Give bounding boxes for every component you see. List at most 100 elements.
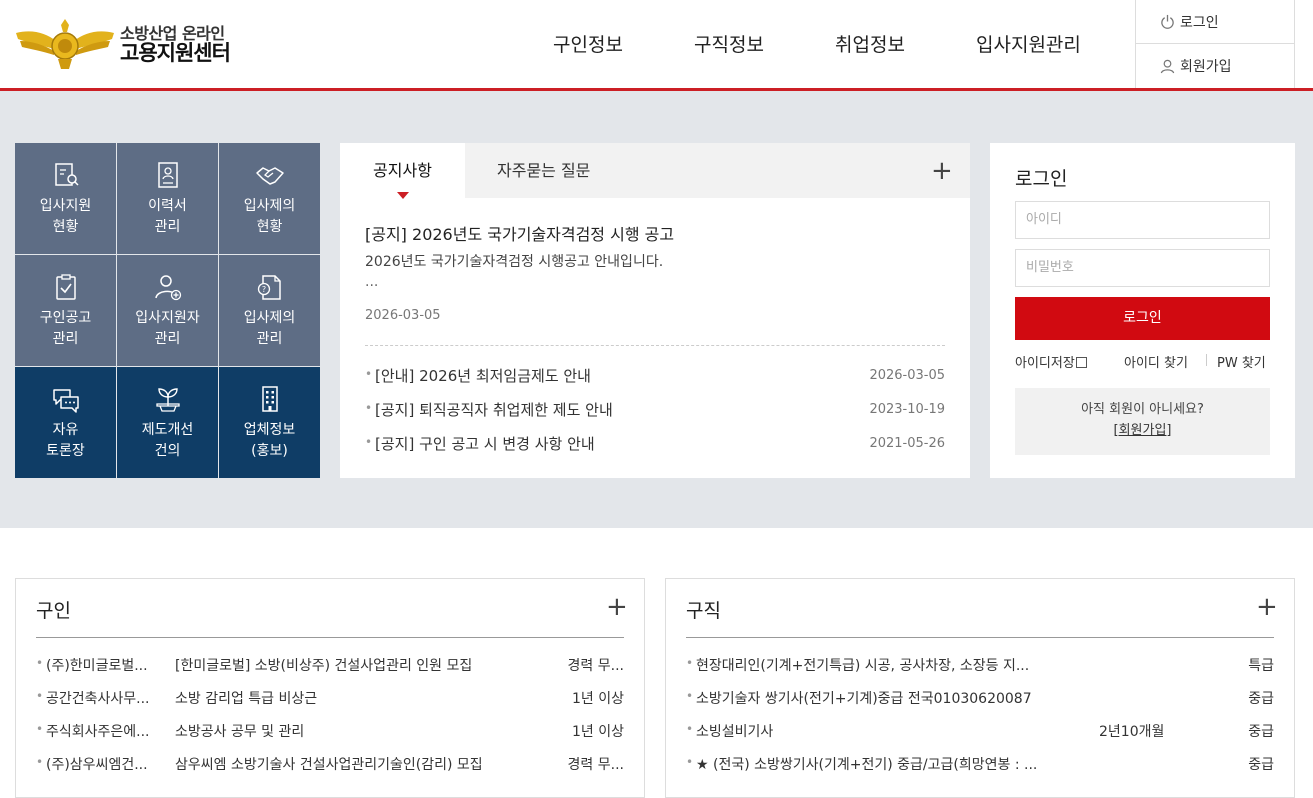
- logo-subtitle: 소방산업 온라인: [120, 23, 225, 43]
- job-seeker-row[interactable]: • 소빙설비기사 2년10개월 중급: [686, 721, 1274, 754]
- password-input[interactable]: 비밀번호: [1015, 249, 1270, 287]
- tab-notices[interactable]: 공지사항: [340, 143, 465, 198]
- job-offer-row[interactable]: • (주)한미글로벌... [한미글로벌] 소방(비상주) 건설사업관리 인원 …: [36, 655, 624, 688]
- nav-employment-info[interactable]: 취업정보: [835, 30, 905, 57]
- notice-item-date: 2026-03-05: [869, 368, 945, 383]
- quick-label-line2: 토론장: [46, 443, 85, 459]
- job-seeker-row[interactable]: • 소방기술자 쌍기사(전기+기계)중급 전국01030620087 중급: [686, 688, 1274, 721]
- quick-label-line1: 구인공고: [39, 310, 92, 326]
- site-logo[interactable]: 소방산업 온라인 고용지원센터: [14, 16, 254, 74]
- seeker-title: 현장대리인(기계+전기특급) 시공, 공사차장, 소장등 지...: [696, 658, 1030, 674]
- join-link[interactable]: [회원가입]: [1114, 423, 1172, 438]
- active-tab-indicator: [397, 192, 409, 199]
- quick-label-line2: 건의: [154, 443, 181, 459]
- bullet: •: [686, 755, 694, 769]
- seeker-grade: 중급: [1248, 724, 1274, 740]
- resume-icon: [157, 162, 178, 188]
- bullet: •: [36, 689, 44, 703]
- panel-divider: [36, 637, 624, 638]
- job-seeker-list: • 현장대리인(기계+전기특급) 시공, 공사차장, 소장등 지... 특급 •…: [686, 655, 1274, 787]
- notice-item[interactable]: • [공지] 퇴직공직자 취업제한 제도 안내 2023-10-19: [365, 399, 945, 433]
- bullet: •: [365, 367, 373, 381]
- notice-item-date: 2021-05-26: [869, 436, 945, 451]
- quick-policy-suggestion[interactable]: 제도개선 건의: [117, 367, 218, 478]
- site-header: 소방산업 온라인 고용지원센터 구인정보 구직정보 취업정보 입사지원관리 로그…: [0, 0, 1313, 90]
- job-seekers-more-plus-icon[interactable]: +: [1256, 594, 1278, 620]
- job-offer-row[interactable]: • 주식회사주은에... 소방공사 공무 및 관리 1년 이상: [36, 721, 624, 754]
- notice-item[interactable]: • [공지] 구인 공고 시 변경 사항 안내 2021-05-26: [365, 433, 945, 467]
- seeker-career: 2년10개월: [1099, 724, 1165, 740]
- quick-resume-management[interactable]: 이력서 관리: [117, 143, 218, 254]
- util-login-link[interactable]: 로그인: [1136, 0, 1294, 43]
- id-input[interactable]: 아이디: [1015, 201, 1270, 239]
- not-member-text: 아직 회원이 아니세요?: [1081, 402, 1204, 417]
- nav-application-management[interactable]: 입사지원관리: [976, 30, 1081, 57]
- career-requirement: 1년 이상: [572, 724, 624, 740]
- login-options: 아이디저장 아이디 찾기 PW 찾기: [1015, 352, 1270, 371]
- quick-job-posting-management[interactable]: 구인공고 관리: [15, 255, 116, 366]
- quick-label-line1: 자유: [52, 422, 79, 438]
- featured-notice-date: 2026-03-05: [365, 308, 441, 323]
- save-id-checkbox[interactable]: [1075, 357, 1087, 368]
- svg-text:?: ?: [261, 285, 265, 294]
- seeker-grade: 중급: [1248, 691, 1274, 707]
- quick-label-line1: 업체정보: [243, 422, 296, 438]
- company-name: 공간건축사사무...: [46, 691, 150, 707]
- quick-label-line1: 입사제의: [243, 198, 296, 214]
- fire-emblem-icon: [16, 19, 114, 69]
- quick-label-line1: 입사지원자: [135, 310, 200, 326]
- bullet: •: [36, 656, 44, 670]
- notice-panel: 공지사항 자주묻는 질문 + [공지] 2026년도 국가기술자격검정 시행 공…: [340, 143, 970, 478]
- find-pw-link[interactable]: PW 찾기: [1217, 352, 1266, 371]
- featured-notice-ellipsis: ...: [365, 274, 379, 290]
- job-offers-more-plus-icon[interactable]: +: [606, 594, 628, 620]
- quick-label-line1: 입사지원: [39, 198, 92, 214]
- job-offer-row[interactable]: • (주)삼우씨엠건... 삼우씨엠 소방기술사 건설사업관리기술인(감리) 모…: [36, 754, 624, 787]
- quick-company-info[interactable]: 업체정보 (홍보): [219, 367, 320, 478]
- job-seekers-panel: 구직 + • 현장대리인(기계+전기특급) 시공, 공사차장, 소장등 지...…: [665, 578, 1295, 798]
- job-offers-panel: 구인 + • (주)한미글로벌... [한미글로벌] 소방(비상주) 건설사업관…: [15, 578, 645, 798]
- quick-applicant-management[interactable]: 입사지원자 관리: [117, 255, 218, 366]
- featured-notice-title[interactable]: [공지] 2026년도 국가기술자격검정 시행 공고: [365, 221, 674, 245]
- notice-item-title: [공지] 구인 공고 시 변경 사항 안내: [375, 435, 595, 453]
- tab-faq[interactable]: 자주묻는 질문: [497, 143, 590, 198]
- handshake-icon: [255, 167, 284, 185]
- login-title: 로그인: [1015, 168, 1068, 190]
- bullet: •: [686, 689, 694, 703]
- save-id-label: 아이디저장: [1015, 356, 1075, 371]
- featured-notice-body: 2026년도 국가기술자격검정 시행공고 안내입니다.: [365, 254, 664, 270]
- logo-title: 고용지원센터: [120, 41, 231, 66]
- quick-label-line2: 현황: [256, 219, 283, 235]
- application-search-icon: [54, 163, 79, 186]
- seeker-title: 소방기술자 쌍기사(전기+기계)중급 전국01030620087: [696, 691, 1032, 707]
- join-prompt-box: 아직 회원이 아니세요? [회원가입]: [1015, 388, 1270, 455]
- notice-item[interactable]: • [안내] 2026년 최저임금제도 안내 2026-03-05: [365, 365, 945, 399]
- find-id-link[interactable]: 아이디 찾기: [1124, 352, 1188, 371]
- quick-free-forum[interactable]: 자유 토론장: [15, 367, 116, 478]
- quick-label-line1: 입사제의: [243, 310, 296, 326]
- quick-label-line2: (홍보): [251, 443, 288, 459]
- util-join-link[interactable]: 회원가입: [1136, 43, 1294, 88]
- job-title: 소방공사 공무 및 관리: [175, 724, 305, 740]
- nav-job-offers[interactable]: 구인정보: [553, 30, 623, 57]
- quick-offer-status[interactable]: 입사제의 현황: [219, 143, 320, 254]
- login-button[interactable]: 로그인: [1015, 297, 1270, 340]
- quick-application-status[interactable]: 입사지원 현황: [15, 143, 116, 254]
- notice-item-date: 2023-10-19: [869, 402, 945, 417]
- quick-offer-management[interactable]: ? 입사제의 관리: [219, 255, 320, 366]
- job-seeker-row[interactable]: • ★ (전국) 소방쌍기사(기계+전기) 중급/고급(희망연봉 : ... 중…: [686, 754, 1274, 787]
- quick-label-line1: 제도개선: [141, 422, 194, 438]
- notice-more-plus-icon[interactable]: +: [931, 158, 953, 184]
- job-title: [한미글로벌] 소방(비상주) 건설사업관리 인원 모집: [175, 658, 473, 674]
- job-offer-row[interactable]: • 공간건축사사무... 소방 감리업 특급 비상근 1년 이상: [36, 688, 624, 721]
- bullet: •: [365, 401, 373, 415]
- nav-job-seekers[interactable]: 구직정보: [694, 30, 764, 57]
- building-icon: [261, 386, 278, 412]
- quick-label-line2: 관리: [154, 331, 181, 347]
- util-join-label: 회원가입: [1180, 59, 1232, 75]
- link-separator: [1206, 354, 1207, 366]
- job-seeker-row[interactable]: • 현장대리인(기계+전기특급) 시공, 공사차장, 소장등 지... 특급: [686, 655, 1274, 688]
- career-requirement: 1년 이상: [572, 691, 624, 707]
- bullet: •: [686, 656, 694, 670]
- sprout-icon: [155, 388, 180, 412]
